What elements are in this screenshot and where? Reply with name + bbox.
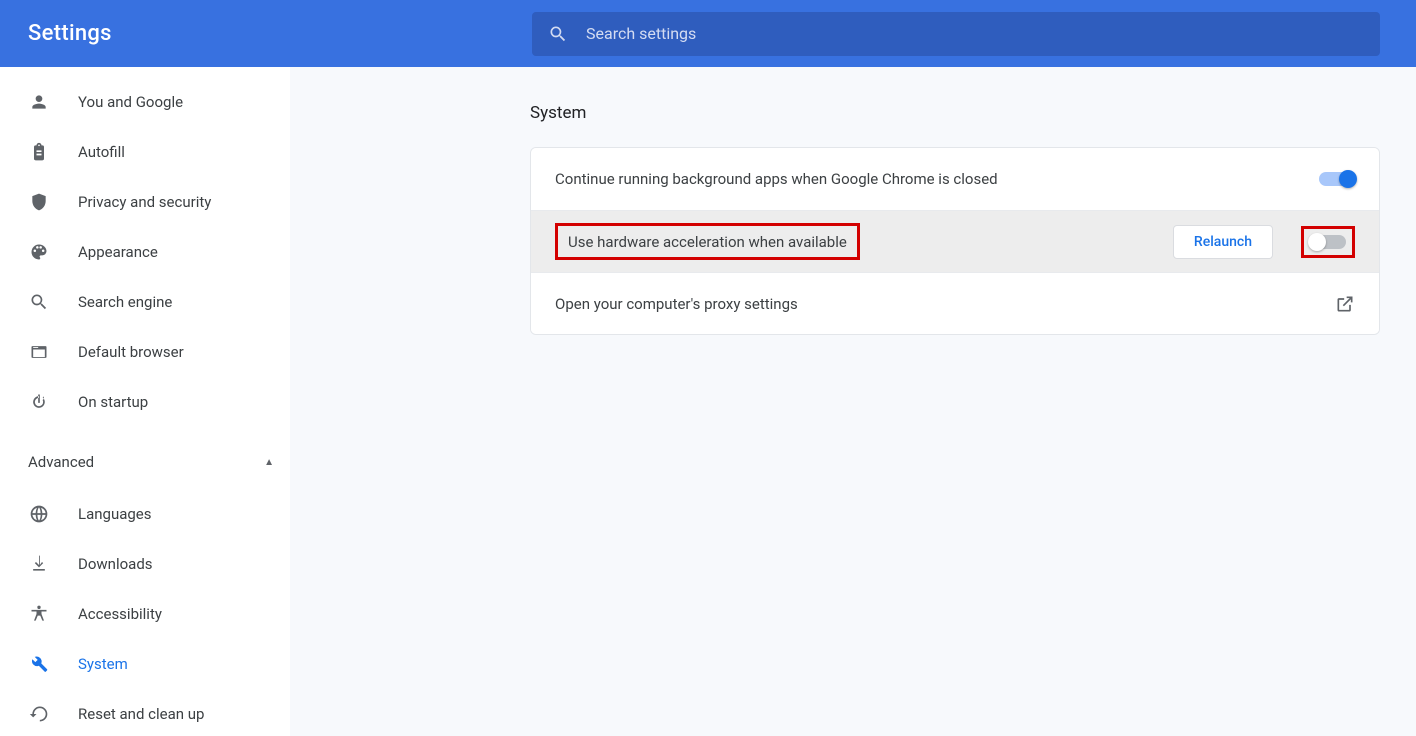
open-external-icon — [1335, 294, 1355, 314]
palette-icon — [28, 242, 50, 262]
toggle-hardware-accel[interactable] — [1310, 235, 1346, 249]
browser-icon — [28, 342, 50, 362]
sidebar-item-accessibility[interactable]: Accessibility — [0, 589, 290, 639]
toggle-background-apps[interactable] — [1319, 172, 1355, 186]
setting-row-proxy[interactable]: Open your computer's proxy settings — [531, 272, 1379, 334]
sidebar-item-system[interactable]: System — [0, 639, 290, 689]
sidebar-item-label: Downloads — [78, 555, 153, 573]
setting-label: Use hardware acceleration when available — [568, 233, 847, 251]
power-icon — [28, 392, 50, 412]
highlight-hw-accel-label: Use hardware acceleration when available — [555, 223, 860, 260]
search-input[interactable] — [586, 24, 1364, 43]
setting-row-hardware-accel: Use hardware acceleration when available… — [531, 210, 1379, 272]
sidebar-item-label: Appearance — [78, 243, 158, 261]
sidebar-item-label: You and Google — [78, 93, 183, 111]
clipboard-icon — [28, 142, 50, 162]
sidebar-item-label: Languages — [78, 505, 152, 523]
sidebar-advanced-label: Advanced — [28, 453, 94, 471]
sidebar-item-label: Search engine — [78, 293, 172, 311]
sidebar-item-languages[interactable]: Languages — [0, 489, 290, 539]
relaunch-button[interactable]: Relaunch — [1173, 225, 1273, 259]
app-header: Settings — [0, 0, 1416, 67]
sidebar-item-default-browser[interactable]: Default browser — [0, 327, 290, 377]
highlight-hw-accel-toggle — [1301, 226, 1355, 258]
sidebar-item-reset[interactable]: Reset and clean up — [0, 689, 290, 736]
sidebar-item-label: Autofill — [78, 143, 125, 161]
sidebar-item-autofill[interactable]: Autofill — [0, 127, 290, 177]
system-settings-card: Continue running background apps when Go… — [530, 147, 1380, 335]
search-icon — [548, 24, 568, 44]
sidebar: You and Google Autofill Privacy and secu… — [0, 67, 290, 736]
sidebar-item-label: System — [78, 655, 128, 673]
setting-label: Open your computer's proxy settings — [555, 295, 1335, 313]
app-title: Settings — [28, 21, 112, 46]
search-icon — [28, 292, 50, 312]
section-title: System — [530, 103, 1380, 123]
sidebar-item-you-and-google[interactable]: You and Google — [0, 77, 290, 127]
setting-label: Continue running background apps when Go… — [555, 170, 1319, 188]
sidebar-advanced-toggle[interactable]: Advanced ▲ — [0, 435, 290, 489]
sidebar-item-label: Default browser — [78, 343, 184, 361]
shield-icon — [28, 192, 50, 212]
sidebar-item-label: Accessibility — [78, 605, 162, 623]
download-icon — [28, 554, 50, 574]
person-icon — [28, 92, 50, 112]
wrench-icon — [28, 654, 50, 674]
chevron-up-icon: ▲ — [264, 457, 274, 468]
accessibility-icon — [28, 604, 50, 624]
sidebar-item-on-startup[interactable]: On startup — [0, 377, 290, 427]
sidebar-item-appearance[interactable]: Appearance — [0, 227, 290, 277]
sidebar-item-search-engine[interactable]: Search engine — [0, 277, 290, 327]
main-content: System Continue running background apps … — [290, 67, 1416, 736]
sidebar-item-label: On startup — [78, 393, 148, 411]
setting-row-background-apps: Continue running background apps when Go… — [531, 148, 1379, 210]
globe-icon — [28, 504, 50, 524]
sidebar-item-label: Privacy and security — [78, 193, 211, 211]
restore-icon — [28, 704, 50, 724]
sidebar-item-label: Reset and clean up — [78, 705, 204, 723]
sidebar-item-privacy[interactable]: Privacy and security — [0, 177, 290, 227]
sidebar-item-downloads[interactable]: Downloads — [0, 539, 290, 589]
search-box[interactable] — [532, 12, 1380, 56]
